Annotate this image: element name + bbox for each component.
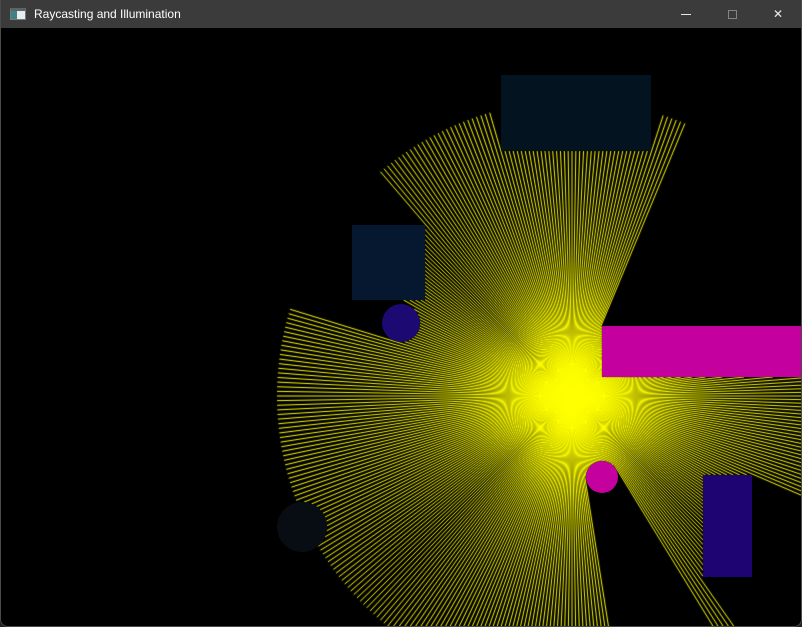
obstacle-magenta-rectangle	[602, 326, 802, 377]
window-title: Raycasting and Illumination	[34, 0, 181, 28]
obstacle-magenta-circle	[586, 461, 618, 493]
obstacle-navy-circle	[382, 304, 420, 342]
obstacle-top-dark-rectangle	[501, 75, 651, 151]
close-button[interactable]: ✕	[755, 0, 801, 28]
app-window: Raycasting and Illumination ✕	[0, 0, 802, 627]
window-controls: ✕	[663, 0, 801, 28]
render-viewport[interactable]	[1, 28, 801, 626]
obstacle-shadowed-dark-circle	[277, 502, 327, 552]
minimize-icon	[681, 14, 691, 15]
app-icon	[10, 8, 26, 20]
minimize-button[interactable]	[663, 0, 709, 28]
obstacle-left-navy-rectangle	[352, 225, 425, 300]
close-icon: ✕	[773, 8, 783, 20]
maximize-icon	[728, 10, 737, 19]
titlebar[interactable]: Raycasting and Illumination ✕	[1, 0, 801, 28]
maximize-button[interactable]	[709, 0, 755, 28]
obstacle-purple-rectangle	[703, 475, 752, 577]
